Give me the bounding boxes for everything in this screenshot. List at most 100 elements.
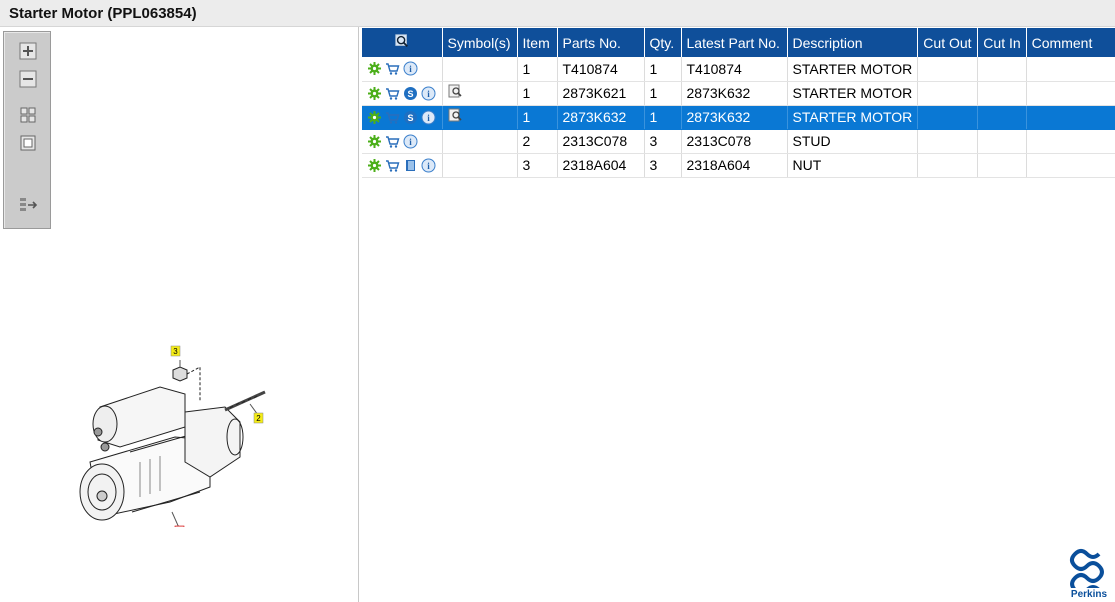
part-no-cell: 2318A604 bbox=[557, 153, 645, 178]
part-no-cell: T410874 bbox=[557, 57, 645, 82]
comment-cell bbox=[1026, 81, 1115, 106]
comment-cell bbox=[1026, 105, 1115, 130]
search-list-icon bbox=[395, 34, 408, 47]
diagram-callout-1[interactable]: 1 bbox=[174, 525, 185, 527]
table-row[interactable]: Si 1 2873K632 1 2873K632 STARTER MOTOR bbox=[362, 105, 1115, 130]
comment-cell bbox=[1026, 153, 1115, 178]
description-cell: STUD bbox=[787, 129, 919, 154]
cut-in-cell bbox=[977, 57, 1027, 82]
cut-in-column-header[interactable]: Cut In bbox=[977, 28, 1027, 57]
table-row[interactable]: Si 1 2873K621 1 2873K632 STARTER MOTOR bbox=[362, 81, 1115, 106]
window-title: Starter Motor (PPL063854) bbox=[9, 5, 197, 22]
row-action-icons: i bbox=[362, 129, 443, 154]
row-action-icons: i bbox=[362, 57, 443, 82]
symbols-column-header[interactable]: Symbol(s) bbox=[442, 28, 518, 57]
info-icon[interactable]: i bbox=[403, 61, 418, 76]
zoom-out-icon bbox=[19, 70, 37, 88]
symbol-cell bbox=[442, 129, 518, 154]
cut-in-cell bbox=[977, 105, 1027, 130]
description-column-header[interactable]: Description bbox=[787, 28, 919, 57]
comment-column-header[interactable]: Comment bbox=[1026, 28, 1115, 57]
latest-part-no-cell: 2318A604 bbox=[681, 153, 788, 178]
part-no-column-header[interactable]: Parts No. bbox=[557, 28, 645, 57]
svg-text:3: 3 bbox=[173, 347, 178, 356]
info-icon[interactable]: i bbox=[421, 86, 436, 101]
info-icon[interactable]: i bbox=[421, 110, 436, 125]
gear-icon[interactable] bbox=[367, 61, 382, 76]
description-cell: STARTER MOTOR bbox=[787, 81, 919, 106]
cart-icon[interactable] bbox=[385, 110, 400, 125]
diagram-callout-2[interactable]: 2 bbox=[253, 412, 264, 424]
brand-name: Perkins bbox=[1070, 589, 1108, 600]
zoom-in-icon bbox=[19, 42, 37, 60]
item-column-header[interactable]: Item bbox=[517, 28, 558, 57]
document-search-icon[interactable] bbox=[448, 108, 463, 123]
latest-part-no-cell: T410874 bbox=[681, 57, 788, 82]
export-button[interactable] bbox=[17, 194, 39, 216]
cut-in-cell bbox=[977, 81, 1027, 106]
latest-part-no-cell: 2313C078 bbox=[681, 129, 788, 154]
zoom-out-button[interactable] bbox=[17, 68, 39, 90]
perkins-logo-icon bbox=[1070, 549, 1104, 595]
item-cell: 1 bbox=[517, 81, 558, 106]
parts-list-pane: Symbol(s) Item Parts No. Qty. Latest Part No… bbox=[361, 27, 1115, 602]
diagram-callout-3[interactable]: 3 bbox=[170, 345, 181, 357]
svg-text:2: 2 bbox=[256, 414, 261, 423]
cut-in-cell bbox=[977, 129, 1027, 154]
part-no-cell: 2873K632 bbox=[557, 105, 645, 130]
export-icon bbox=[20, 198, 38, 211]
icons-column-header[interactable] bbox=[362, 28, 443, 57]
supersede-icon[interactable]: S bbox=[403, 86, 418, 101]
supersede-icon[interactable]: S bbox=[403, 110, 418, 125]
cart-icon[interactable] bbox=[385, 86, 400, 101]
description-cell: STARTER MOTOR bbox=[787, 105, 919, 130]
zoom-in-button[interactable] bbox=[17, 40, 39, 62]
illustration-pane[interactable]: 3 2 1 bbox=[0, 27, 359, 602]
qty-cell: 1 bbox=[644, 81, 682, 106]
latest-part-no-column-header[interactable]: Latest Part No. bbox=[681, 28, 788, 57]
latest-part-no-cell: 2873K632 bbox=[681, 105, 788, 130]
symbol-cell bbox=[442, 153, 518, 178]
part-no-cell: 2313C078 bbox=[557, 129, 645, 154]
cut-out-cell bbox=[917, 105, 979, 130]
cart-icon[interactable] bbox=[385, 158, 400, 173]
part-no-cell: 2873K621 bbox=[557, 81, 645, 106]
actual-size-icon bbox=[20, 135, 36, 151]
fit-all-button[interactable] bbox=[17, 104, 39, 126]
qty-column-header[interactable]: Qty. bbox=[644, 28, 682, 57]
cart-icon[interactable] bbox=[385, 134, 400, 149]
book-icon[interactable] bbox=[403, 158, 418, 173]
item-cell: 3 bbox=[517, 153, 558, 178]
cut-out-cell bbox=[917, 153, 979, 178]
table-row[interactable]: i 1 T410874 1 T410874 STARTER MOTOR bbox=[362, 57, 1115, 82]
info-icon[interactable]: i bbox=[403, 134, 418, 149]
symbol-cell bbox=[442, 105, 518, 130]
starter-motor-diagram[interactable]: 3 2 1 bbox=[60, 312, 300, 527]
title-bar: Starter Motor (PPL063854) bbox=[0, 0, 1115, 27]
table-body: i 1 T410874 1 T410874 STARTER MOTOR Si 1 2873K62… bbox=[362, 57, 1115, 178]
gear-icon[interactable] bbox=[367, 158, 382, 173]
row-action-icons: i bbox=[362, 153, 443, 178]
info-icon[interactable]: i bbox=[421, 158, 436, 173]
actual-size-button[interactable] bbox=[17, 132, 39, 154]
svg-text:S: S bbox=[407, 89, 413, 99]
gear-icon[interactable] bbox=[367, 110, 382, 125]
cut-out-column-header[interactable]: Cut Out bbox=[917, 28, 979, 57]
document-search-icon[interactable] bbox=[448, 84, 463, 99]
cut-out-cell bbox=[917, 57, 979, 82]
cut-out-cell bbox=[917, 81, 979, 106]
qty-cell: 1 bbox=[644, 105, 682, 130]
table-row[interactable]: i 3 2318A604 3 2318A604 NUT bbox=[362, 153, 1115, 178]
cut-in-cell bbox=[977, 153, 1027, 178]
table-row[interactable]: i 2 2313C078 3 2313C078 STUD bbox=[362, 129, 1115, 154]
gear-icon[interactable] bbox=[367, 134, 382, 149]
parts-table: Symbol(s) Item Parts No. Qty. Latest Part No… bbox=[362, 28, 1115, 178]
qty-cell: 1 bbox=[644, 57, 682, 82]
item-cell: 1 bbox=[517, 105, 558, 130]
table-header-row: Symbol(s) Item Parts No. Qty. Latest Part No… bbox=[362, 28, 1115, 57]
row-action-icons: Si bbox=[362, 81, 443, 106]
item-cell: 1 bbox=[517, 57, 558, 82]
latest-part-no-cell: 2873K632 bbox=[681, 81, 788, 106]
cart-icon[interactable] bbox=[385, 61, 400, 76]
gear-icon[interactable] bbox=[367, 86, 382, 101]
